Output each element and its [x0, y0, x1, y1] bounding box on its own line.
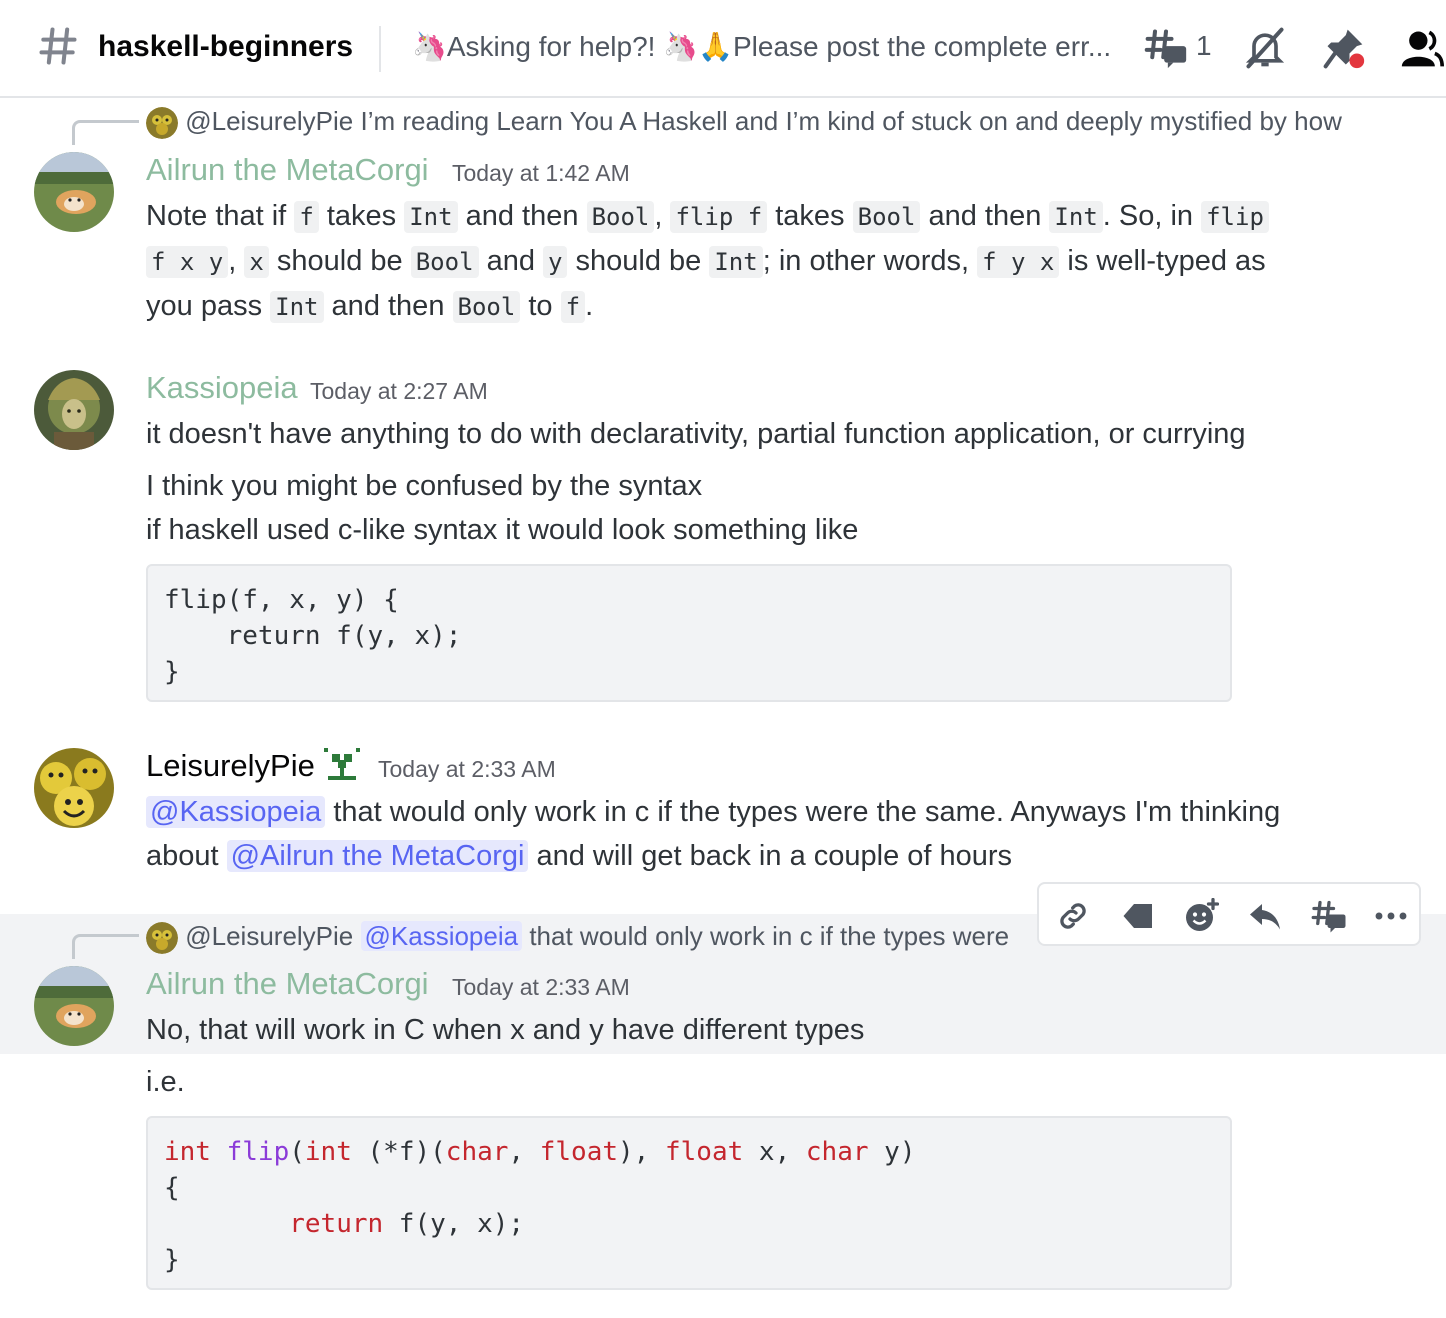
topic-text-2: Please post the complete err...	[732, 31, 1112, 62]
channel-name: haskell-beginners	[98, 30, 354, 63]
user-mention[interactable]: @Kassiopeia	[360, 921, 523, 951]
avatar[interactable]	[34, 748, 114, 828]
reply-text: that would only work in c if the types w…	[529, 921, 1010, 951]
message-content: @Kassiopeia that would only work in c if…	[146, 790, 1280, 834]
bookmark-flag-icon	[1123, 904, 1152, 928]
user-mention[interactable]: @Ailrun the MetaCorgi	[226, 840, 529, 872]
channel-topic[interactable]: 🦄Asking for help?! 🦄🙏Please post the com…	[412, 30, 1124, 63]
reply-button[interactable]	[1243, 894, 1287, 938]
username[interactable]: Kassiopeia	[146, 370, 298, 406]
hash-icon	[39, 27, 77, 65]
message-content: Note that if f takes Int and then Bool, …	[146, 194, 1376, 329]
avatar[interactable]	[34, 152, 114, 232]
timestamp: Today at 2:33 AM	[378, 756, 556, 782]
reply-preview[interactable]: @LeisurelyPie I’m reading Learn You A Ha…	[146, 106, 1356, 140]
username[interactable]: Ailrun the MetaCorgi	[146, 966, 429, 1002]
unicorn-icon: 🦄	[412, 31, 447, 62]
reply-author[interactable]: @LeisurelyPie	[185, 921, 353, 951]
link-icon	[1060, 903, 1086, 929]
reply-icon	[1250, 904, 1280, 930]
mute-bell-icon[interactable]	[1243, 26, 1287, 70]
create-thread-button[interactable]	[1307, 894, 1351, 938]
message-actions-toolbar	[1037, 882, 1421, 946]
emoji-add-icon	[1186, 898, 1219, 931]
copy-link-button[interactable]	[1051, 894, 1095, 938]
threads-icon[interactable]	[1144, 26, 1188, 70]
reply-preview[interactable]: @LeisurelyPie @Kassiopeia that would onl…	[146, 921, 1036, 955]
plant-badge-icon	[324, 748, 360, 780]
add-reaction-button[interactable]	[1179, 894, 1223, 938]
more-options-button[interactable]	[1369, 894, 1413, 938]
avatar[interactable]	[34, 966, 114, 1046]
code-block: flip(f, x, y) { return f(y, x); }	[146, 564, 1232, 702]
username[interactable]: LeisurelyPie	[146, 748, 315, 784]
mark-unread-button[interactable]	[1115, 894, 1159, 938]
pray-icon: 🙏	[698, 31, 733, 62]
reply-author[interactable]: @LeisurelyPie	[185, 106, 353, 136]
reply-spine	[72, 934, 139, 959]
code-block: int flip(int (*f)(char, float), float x,…	[146, 1116, 1232, 1290]
message-content: No, that will work in C when x and y hav…	[146, 1014, 865, 1046]
member-list-icon[interactable]	[1400, 26, 1444, 70]
mini-avatar	[146, 107, 178, 140]
channel-header: haskell-beginners 🦄Asking for help?! 🦄🙏P…	[0, 0, 1446, 98]
thread-icon	[1311, 900, 1346, 933]
timestamp: Today at 2:27 AM	[310, 378, 488, 404]
topic-text-1: Asking for help?!	[446, 31, 656, 62]
reply-spine	[72, 120, 139, 145]
message-content: if haskell used c-like syntax it would l…	[146, 514, 859, 546]
unicorn-icon: 🦄	[663, 31, 699, 62]
timestamp: Today at 2:33 AM	[452, 974, 630, 1000]
message-content: about @Ailrun the MetaCorgi and will get…	[146, 840, 1013, 872]
timestamp: Today at 1:42 AM	[452, 160, 630, 186]
username[interactable]: Ailrun the MetaCorgi	[146, 152, 429, 188]
user-mention[interactable]: @Kassiopeia	[146, 796, 326, 828]
reply-text: I’m reading Learn You A Haskell and I’m …	[360, 106, 1342, 136]
pin-icon[interactable]	[1322, 26, 1366, 70]
mini-avatar	[146, 922, 178, 955]
threads-count: 1	[1196, 30, 1212, 61]
header-divider	[379, 26, 381, 72]
avatar[interactable]	[34, 370, 114, 450]
message-content: I think you might be confused by the syn…	[146, 470, 703, 502]
more-icon	[1375, 912, 1407, 920]
message-content: it doesn't have anything to do with decl…	[146, 418, 1246, 450]
message-content: i.e.	[146, 1066, 185, 1098]
